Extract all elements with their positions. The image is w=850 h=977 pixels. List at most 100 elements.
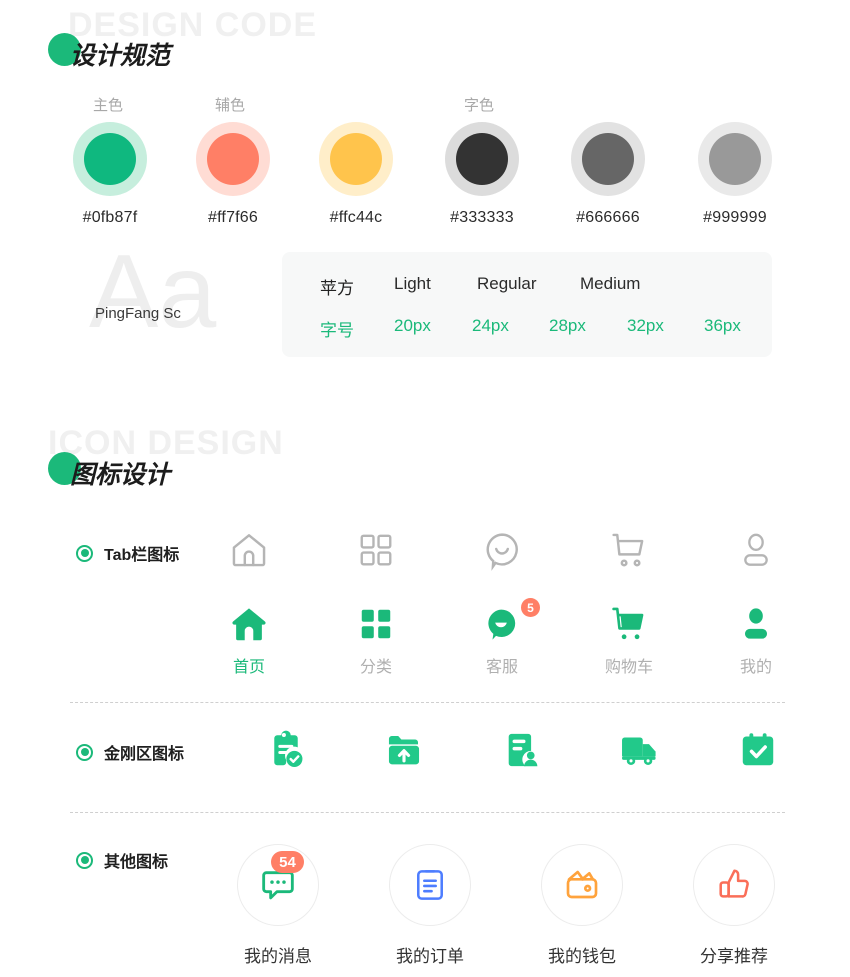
swatch-ring — [698, 122, 772, 196]
other-icon-share[interactable]: 分享推荐 — [654, 844, 814, 967]
tabbar-filled-home[interactable]: 首页 — [185, 602, 313, 677]
swatch-core — [709, 133, 761, 185]
swatch-hex-label: #999999 — [703, 209, 767, 226]
swatch-hex-label: #666666 — [576, 209, 640, 226]
tabbar-caption: 购物车 — [604, 659, 653, 676]
design-spec-page: DESIGN CODE 设计规范 主色 辅色 字色 #0fb87f #ff7f6… — [0, 0, 850, 977]
tabbar-filled-mine[interactable]: 我的 — [692, 602, 820, 677]
font-family-name: PingFang Sc — [95, 305, 181, 322]
color-swatch-text-666[interactable]: #666666 — [552, 122, 664, 227]
typography-weight-regular: Regular — [477, 274, 537, 293]
other-icon-caption: 分享推荐 — [700, 947, 768, 966]
other-icon-orders[interactable]: 我的订单 — [350, 844, 510, 967]
other-icon-wallet[interactable]: 我的钱包 — [502, 844, 662, 967]
swatch-core — [582, 133, 634, 185]
section-title-icon-design: 图标设计 — [70, 461, 171, 489]
swatch-hex-label: #ffc44c — [329, 209, 383, 226]
tabbar-caption: 客服 — [485, 659, 518, 676]
color-swatch-warning[interactable]: #ffc44c — [300, 122, 412, 227]
divider-quickentry — [70, 812, 785, 813]
typography-size-28: 28px — [549, 316, 586, 335]
section-title-design-code: 设计规范 — [70, 42, 171, 70]
swatch-core — [330, 133, 382, 185]
quickentry-clipboard-check[interactable] — [222, 728, 350, 772]
swatch-hex-label: #333333 — [450, 209, 514, 226]
tabbar-outline-cart[interactable] — [565, 528, 693, 572]
font-sample-block: Aa PingFang Sc — [75, 240, 265, 357]
clipboard-check-icon — [222, 728, 350, 772]
tabbar-filled-cart[interactable]: 购物车 — [565, 602, 693, 677]
tabbar-outline-category[interactable] — [312, 528, 440, 572]
font-sample-glyph: Aa — [89, 234, 217, 350]
swatch-ring — [319, 122, 393, 196]
icon-row-label-tabbar: Tab栏图标 — [76, 541, 179, 565]
document-user-icon — [458, 728, 586, 772]
color-swatch-text-999[interactable]: #999999 — [679, 122, 791, 227]
tabbar-outline-home[interactable] — [185, 528, 313, 572]
delivery-truck-icon — [576, 728, 704, 772]
support-badge: 5 — [521, 598, 540, 617]
home-icon — [185, 528, 313, 572]
user-filled-icon — [692, 602, 820, 646]
typography-weight-light: Light — [394, 274, 431, 293]
radio-icon — [76, 743, 93, 761]
radio-icon — [76, 851, 93, 869]
quickentry-document-user[interactable] — [458, 728, 586, 772]
typography-size-20: 20px — [394, 316, 431, 335]
icon-row-label-text: 其他图标 — [104, 854, 169, 871]
tabbar-filled-support[interactable]: 5 客服 — [438, 598, 566, 677]
swatch-ring — [196, 122, 270, 196]
support-chat-icon — [438, 528, 566, 572]
thumbs-up-icon — [693, 844, 775, 926]
typography-card: 苹方 Light Regular Medium 字号 20px 24px 28p… — [282, 252, 772, 357]
icon-row-label-text: 金刚区图标 — [104, 746, 185, 763]
tabbar-caption: 首页 — [232, 659, 265, 676]
color-group-label-text: 字色 — [464, 97, 495, 114]
user-icon — [692, 528, 820, 572]
other-icon-messages[interactable]: 54 我的消息 — [198, 844, 358, 967]
radio-icon — [76, 544, 93, 562]
color-group-label-primary: 主色 — [93, 97, 124, 114]
quickentry-calendar-check[interactable] — [694, 728, 822, 772]
swatch-core — [207, 133, 259, 185]
swatch-hex-label: #ff7f66 — [207, 209, 259, 226]
swatch-core — [84, 133, 136, 185]
cart-icon — [565, 528, 693, 572]
quickentry-folder-upload[interactable] — [340, 728, 468, 772]
quickentry-delivery-truck[interactable] — [576, 728, 704, 772]
divider-tabbar — [70, 702, 785, 703]
folder-upload-icon — [340, 728, 468, 772]
swatch-ring — [571, 122, 645, 196]
typography-size-32: 32px — [627, 316, 664, 335]
color-swatch-secondary[interactable]: #ff7f66 — [177, 122, 289, 227]
cart-filled-icon — [565, 602, 693, 646]
grid-icon — [312, 528, 440, 572]
icon-row-label-text: Tab栏图标 — [104, 547, 180, 564]
typography-size-36: 36px — [704, 316, 741, 335]
swatch-ring — [445, 122, 519, 196]
other-icon-caption: 我的钱包 — [548, 947, 616, 966]
color-swatch-primary[interactable]: #0fb87f — [54, 122, 166, 227]
color-swatch-text-333[interactable]: #333333 — [426, 122, 538, 227]
tabbar-outline-support[interactable] — [438, 528, 566, 572]
color-group-label-secondary: 辅色 — [215, 97, 246, 114]
typography-size-24: 24px — [472, 316, 509, 335]
messages-badge: 54 — [271, 851, 304, 873]
tabbar-caption: 分类 — [359, 659, 392, 676]
calendar-check-icon — [694, 728, 822, 772]
wallet-icon — [541, 844, 623, 926]
support-chat-filled-icon: 5 — [438, 598, 566, 646]
typography-family-label: 苹方 — [320, 279, 354, 298]
typography-weight-medium: Medium — [580, 274, 641, 293]
swatch-hex-label: #0fb87f — [82, 209, 138, 226]
other-icon-caption: 我的订单 — [396, 947, 464, 966]
message-bubble-icon: 54 — [237, 844, 319, 926]
tabbar-filled-category[interactable]: 分类 — [312, 602, 440, 677]
icon-row-label-other: 其他图标 — [76, 848, 168, 872]
tabbar-caption: 我的 — [739, 659, 772, 676]
icon-row-label-quickentry: 金刚区图标 — [76, 740, 184, 764]
other-icon-caption: 我的消息 — [244, 947, 312, 966]
typography-size-label: 字号 — [320, 321, 354, 340]
home-filled-icon — [185, 602, 313, 646]
tabbar-outline-mine[interactable] — [692, 528, 820, 572]
